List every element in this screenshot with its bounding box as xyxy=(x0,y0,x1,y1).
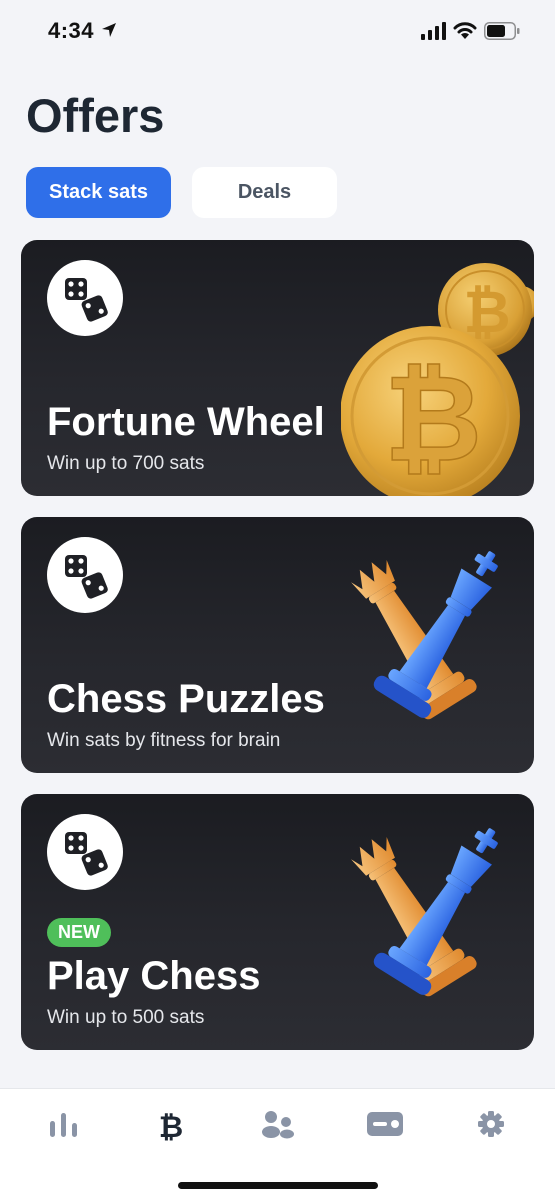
gear-icon xyxy=(478,1111,504,1137)
svg-text:₿: ₿ xyxy=(159,1110,183,1141)
card-subtitle: Win up to 700 sats xyxy=(47,453,205,474)
offer-card-fortune-wheel[interactable]: ₿ ₿ ₿ Fortune Wheel Win up to 700 sats xyxy=(21,240,534,496)
home-indicator xyxy=(178,1182,378,1189)
tab-card[interactable] xyxy=(363,1107,407,1141)
signal-bars-icon xyxy=(421,22,446,40)
dice-icon xyxy=(47,260,123,336)
tab-settings[interactable] xyxy=(469,1107,513,1141)
offer-card-chess-puzzles[interactable]: Chess Puzzles Win sats by fitness for br… xyxy=(21,517,534,773)
stats-icon xyxy=(50,1113,77,1137)
status-bar: 4:34 xyxy=(0,0,555,62)
dice-icon xyxy=(47,814,123,890)
segment-deals[interactable]: Deals xyxy=(192,167,337,218)
tab-stats[interactable] xyxy=(42,1107,86,1141)
chess-pieces-illustration xyxy=(351,551,498,720)
card-title: Fortune Wheel xyxy=(47,400,325,444)
status-time: 4:34 xyxy=(48,18,95,43)
chess-pieces-illustration xyxy=(351,828,498,997)
new-badge: NEW xyxy=(47,918,111,947)
wifi-icon xyxy=(453,22,477,39)
card-title: Chess Puzzles xyxy=(47,677,325,721)
users-icon xyxy=(262,1111,294,1139)
offer-card-play-chess[interactable]: NEW Play Chess Win up to 500 sats xyxy=(21,794,534,1050)
segment-stack-sats[interactable]: Stack sats xyxy=(26,167,171,218)
location-arrow-icon xyxy=(102,23,116,37)
card-subtitle: Win up to 500 sats xyxy=(47,1007,205,1028)
bitcoin-coins-illustration: ₿ ₿ ₿ xyxy=(341,263,534,496)
card-icon xyxy=(367,1112,403,1136)
card-subtitle: Win sats by fitness for brain xyxy=(47,730,281,751)
card-title: Play Chess xyxy=(47,954,261,998)
page-title: Offers xyxy=(26,89,165,142)
svg-text:₿: ₿ xyxy=(384,350,482,489)
battery-icon xyxy=(484,22,520,40)
tab-users[interactable] xyxy=(256,1107,300,1141)
dice-icon xyxy=(47,537,123,613)
tab-bitcoin[interactable]: ₿ xyxy=(149,1107,193,1145)
bitcoin-icon: ₿ xyxy=(159,1110,183,1145)
